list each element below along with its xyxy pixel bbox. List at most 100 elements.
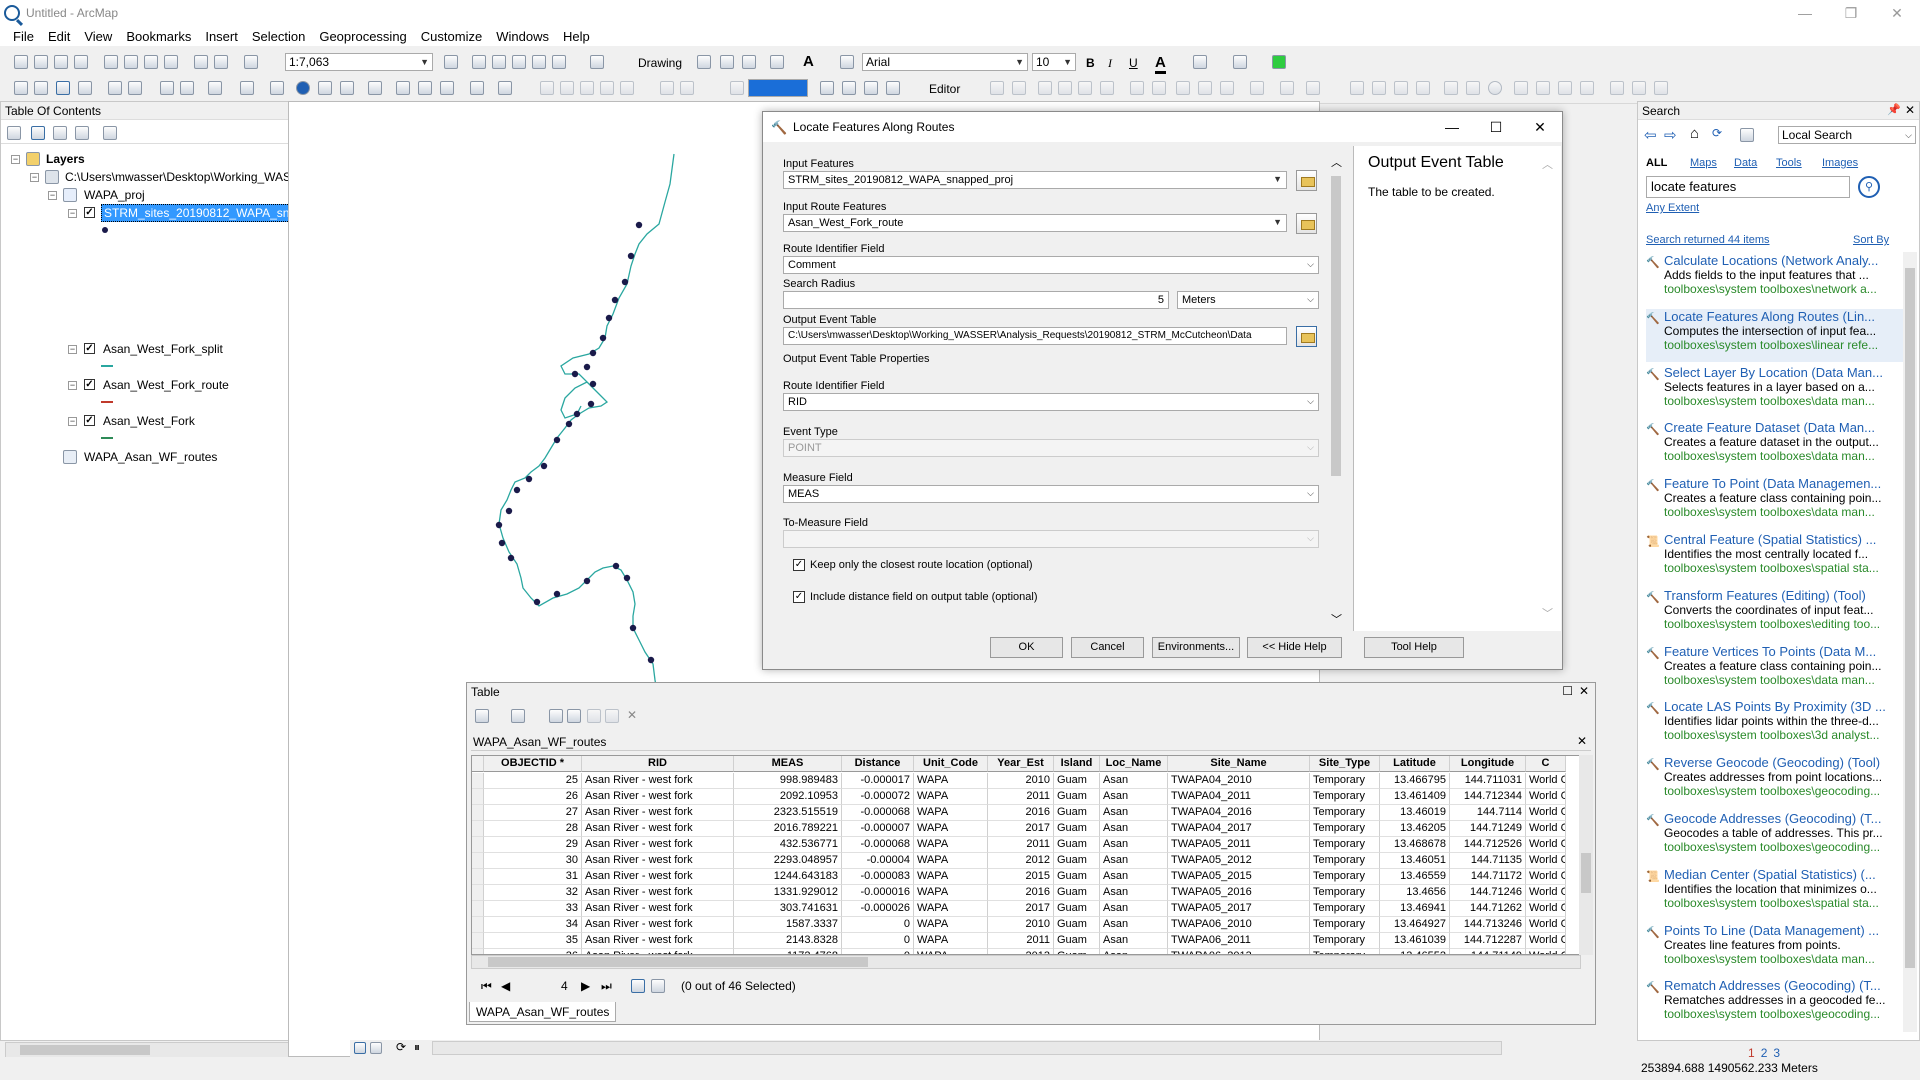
current-record[interactable]: 4 bbox=[561, 979, 568, 993]
list-by-visibility-icon[interactable] bbox=[53, 126, 67, 140]
scroll-thumb[interactable] bbox=[20, 1045, 150, 1055]
search-result-title[interactable]: Locate Features Along Routes (Lin... bbox=[1664, 309, 1906, 324]
layout-full-icon[interactable] bbox=[620, 81, 634, 95]
collapse-group-toggle[interactable]: − bbox=[48, 191, 57, 200]
forward-extent-icon[interactable] bbox=[180, 81, 194, 95]
collapse-path-toggle[interactable]: − bbox=[30, 173, 39, 182]
row-selector[interactable] bbox=[472, 837, 484, 853]
map-scale-combo[interactable]: 1:7,063 ▼ bbox=[285, 53, 433, 71]
clear-selection-icon[interactable] bbox=[240, 81, 254, 95]
back-extent-icon[interactable] bbox=[160, 81, 174, 95]
tool-help-button[interactable]: Tool Help bbox=[1364, 637, 1464, 658]
browse-folder-icon[interactable] bbox=[1296, 326, 1317, 347]
paste-icon[interactable] bbox=[144, 55, 158, 69]
column-header[interactable]: MEAS bbox=[734, 756, 842, 772]
dialog-minimize-button[interactable]: — bbox=[1430, 112, 1474, 142]
layer-visibility-checkbox[interactable]: ✓ bbox=[84, 343, 95, 354]
search-window-icon[interactable] bbox=[512, 55, 526, 69]
refresh-icon[interactable] bbox=[864, 81, 878, 95]
input-route-combo[interactable]: Asan_West_Fork_route ▼ bbox=[783, 214, 1287, 232]
output-table-input[interactable]: C:\Users\mwasser\Desktop\Working_WASSER\… bbox=[783, 327, 1287, 345]
split-icon[interactable] bbox=[1198, 81, 1212, 95]
point-icon[interactable] bbox=[1100, 81, 1114, 95]
ok-button[interactable]: OK bbox=[990, 637, 1063, 658]
refresh-icon[interactable]: ⟳ bbox=[1712, 126, 1722, 140]
filter-all[interactable]: ALL bbox=[1646, 157, 1667, 169]
layer-visibility-checkbox[interactable]: ✓ bbox=[84, 415, 95, 426]
scroll-up-icon[interactable]: ︿ bbox=[1331, 154, 1342, 170]
filter-maps[interactable]: Maps bbox=[1690, 157, 1717, 169]
menu-help[interactable]: Help bbox=[556, 29, 597, 44]
menu-bookmarks[interactable]: Bookmarks bbox=[119, 29, 198, 44]
input-features-combo[interactable]: STRM_sites_20190812_WAPA_snapped_proj ▼ bbox=[783, 171, 1287, 189]
browse-folder-icon[interactable] bbox=[1296, 170, 1317, 191]
reshape-icon[interactable] bbox=[1152, 81, 1166, 95]
search-icon[interactable]: ⚲ bbox=[1858, 176, 1880, 198]
pause-drawing-icon[interactable] bbox=[886, 81, 900, 95]
next-record-icon[interactable]: ▶ bbox=[581, 979, 590, 993]
table-row[interactable]: 28 Asan River - west fork 2016.789221 -0.00… bbox=[472, 821, 1566, 837]
geometric-network-icon-2[interactable] bbox=[1536, 81, 1550, 95]
filter-data[interactable]: Data bbox=[1734, 157, 1757, 169]
undo-icon[interactable] bbox=[194, 55, 208, 69]
trace-icon[interactable] bbox=[1078, 81, 1092, 95]
search-result-item[interactable]: 🔨 Reverse Geocode (Geocoding) (Tool) Creat… bbox=[1646, 755, 1908, 808]
last-record-icon[interactable]: ⏭ bbox=[601, 979, 612, 994]
find-route-icon[interactable] bbox=[418, 81, 432, 95]
collapse-layer-toggle[interactable]: − bbox=[68, 209, 77, 218]
scroll-down-icon[interactable]: ﹀ bbox=[1542, 605, 1553, 621]
column-header[interactable]: Unit_Code bbox=[914, 756, 988, 772]
cancel-button[interactable]: Cancel bbox=[1071, 637, 1144, 658]
cut-icon[interactable] bbox=[104, 55, 118, 69]
menu-file[interactable]: File bbox=[6, 29, 41, 44]
search-result-title[interactable]: Reverse Geocode (Geocoding) (Tool) bbox=[1664, 755, 1906, 770]
arctoolbox-icon[interactable] bbox=[532, 55, 546, 69]
column-header[interactable]: Latitude bbox=[1380, 756, 1450, 772]
table-row[interactable]: 25 Asan River - west fork 998.989483 -0.000… bbox=[472, 773, 1566, 789]
hyperlink-icon[interactable] bbox=[318, 81, 332, 95]
search-result-title[interactable]: Locate LAS Points By Proximity (3D ... bbox=[1664, 699, 1906, 714]
geometric-network-icon-3[interactable] bbox=[1558, 81, 1572, 95]
attributes-icon[interactable] bbox=[1250, 81, 1264, 95]
list-by-drawing-order-icon[interactable] bbox=[7, 126, 21, 140]
search-result-title[interactable]: Calculate Locations (Network Analy... bbox=[1664, 253, 1906, 268]
fixed-zoom-in-icon[interactable] bbox=[108, 81, 122, 95]
measure-field-combo[interactable]: MEAS ⌵ bbox=[783, 485, 1319, 503]
rotate-tool-icon[interactable] bbox=[1220, 81, 1234, 95]
search-vertical-scrollbar[interactable] bbox=[1903, 252, 1917, 1032]
topology-icon-6[interactable] bbox=[1466, 81, 1480, 95]
search-result-item[interactable]: 📜 Median Center (Spatial Statistics) (...… bbox=[1646, 867, 1908, 920]
pan-icon[interactable] bbox=[56, 81, 70, 95]
column-header[interactable]: C bbox=[1526, 756, 1566, 772]
switch-selection-icon[interactable] bbox=[567, 709, 581, 723]
topology-icon-4[interactable] bbox=[1416, 81, 1430, 95]
environments-button[interactable]: Environments... bbox=[1152, 637, 1240, 658]
collapse-layers-toggle[interactable]: − bbox=[11, 155, 20, 164]
geometric-network-icon-7[interactable] bbox=[1654, 81, 1668, 95]
row-selector[interactable] bbox=[472, 917, 484, 933]
column-header[interactable]: OBJECTID * bbox=[484, 756, 582, 772]
filter-tools[interactable]: Tools bbox=[1776, 157, 1802, 169]
edit-annotation-icon[interactable] bbox=[1012, 81, 1026, 95]
layout-view-icon[interactable] bbox=[842, 81, 856, 95]
create-viewer-window-icon[interactable] bbox=[498, 81, 512, 95]
browse-folder-icon[interactable] bbox=[1296, 213, 1317, 234]
column-header[interactable]: RID bbox=[582, 756, 734, 772]
font-size-combo[interactable]: 10 ▼ bbox=[1032, 53, 1076, 71]
catalog-window-icon[interactable] bbox=[492, 55, 506, 69]
zoom-to-selected-icon[interactable] bbox=[605, 709, 619, 723]
pause-drawing-icon[interactable]: ⏸ bbox=[414, 1040, 420, 1055]
search-result-title[interactable]: Feature To Point (Data Managemen... bbox=[1664, 476, 1906, 491]
search-result-title[interactable]: Create Feature Dataset (Data Man... bbox=[1664, 420, 1906, 435]
table-row[interactable]: 34 Asan River - west fork 1587.3337 0 WAPA 20… bbox=[472, 917, 1566, 933]
find-icon[interactable] bbox=[396, 81, 410, 95]
print-icon[interactable] bbox=[74, 55, 88, 69]
bold-button[interactable]: B bbox=[1086, 56, 1095, 70]
route-id-combo[interactable]: Comment ⌵ bbox=[783, 256, 1319, 274]
line-color-icon[interactable] bbox=[1233, 55, 1247, 69]
delete-icon[interactable] bbox=[164, 55, 178, 69]
geometric-network-icon-5[interactable] bbox=[1610, 81, 1624, 95]
search-result-item[interactable]: 🔨 Create Feature Dataset (Data Man... Crea… bbox=[1646, 420, 1908, 473]
zoom-100-icon[interactable] bbox=[600, 81, 614, 95]
search-result-item[interactable]: 📜 Central Feature (Spatial Statistics) ..… bbox=[1646, 532, 1908, 585]
